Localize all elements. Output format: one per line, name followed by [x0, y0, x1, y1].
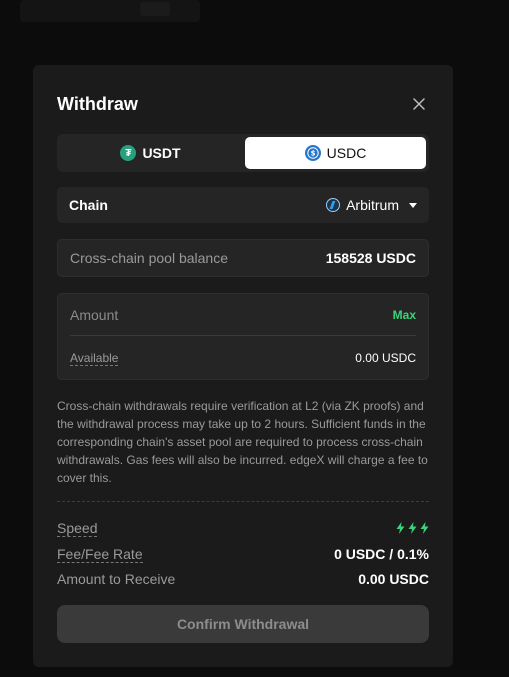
close-button[interactable]: [409, 94, 429, 114]
chain-label: Chain: [69, 197, 108, 213]
tab-usdc[interactable]: $ USDC: [245, 137, 426, 169]
modal-header: Withdraw: [57, 92, 429, 116]
confirm-withdrawal-button[interactable]: Confirm Withdrawal: [57, 605, 429, 643]
chevron-down-icon: [409, 202, 417, 208]
token-tabs: ₮ USDT $ USDC: [57, 134, 429, 172]
receive-label: Amount to Receive: [57, 571, 176, 587]
available-value: 0.00 USDC: [355, 351, 416, 365]
chain-dropdown[interactable]: Arbitrum: [326, 197, 417, 213]
speed-indicator: [396, 522, 429, 534]
lightning-icon: [408, 522, 417, 534]
pool-balance-label: Cross-chain pool balance: [70, 250, 228, 266]
amount-input[interactable]: [70, 306, 350, 323]
pool-balance-row: Cross-chain pool balance 158528 USDC: [57, 239, 429, 277]
max-button[interactable]: Max: [393, 308, 416, 322]
fee-row: Fee/Fee Rate 0 USDC / 0.1%: [57, 544, 429, 564]
close-icon: [413, 98, 425, 110]
pool-balance-value: 158528 USDC: [325, 250, 416, 266]
receive-value: 0.00 USDC: [358, 571, 429, 587]
background-header-blur: [20, 0, 200, 22]
tab-usdt-label: USDT: [142, 145, 181, 161]
receive-row: Amount to Receive 0.00 USDC: [57, 569, 429, 589]
speed-row: Speed: [57, 518, 429, 538]
divider: [57, 501, 429, 502]
fee-label[interactable]: Fee/Fee Rate: [57, 546, 143, 563]
svg-text:$: $: [310, 150, 315, 158]
modal-title: Withdraw: [57, 94, 138, 114]
background-header-blur-2: [140, 2, 170, 16]
available-row: Available 0.00 USDC: [70, 344, 416, 372]
withdraw-modal: Withdraw ₮ USDT $ USDC Chain Arbitrum Cr…: [33, 65, 453, 667]
tab-usdt[interactable]: ₮ USDT: [60, 137, 241, 169]
available-label[interactable]: Available: [70, 351, 119, 366]
tab-usdc-label: USDC: [326, 145, 367, 161]
speed-label[interactable]: Speed: [57, 520, 98, 537]
amount-input-row: Max: [70, 294, 416, 336]
usdc-icon: $: [304, 145, 321, 161]
arbitrum-icon: [326, 198, 341, 212]
withdrawal-notice: Cross-chain withdrawals require verifica…: [57, 399, 428, 485]
chain-selected-value: Arbitrum: [346, 197, 399, 213]
chain-selector-row: Chain Arbitrum: [57, 187, 429, 223]
fee-value: 0 USDC / 0.1%: [334, 546, 429, 562]
lightning-icon: [396, 522, 405, 534]
amount-box: Max Available 0.00 USDC: [57, 293, 429, 380]
lightning-icon: [420, 522, 429, 534]
tether-icon: ₮: [120, 145, 137, 161]
